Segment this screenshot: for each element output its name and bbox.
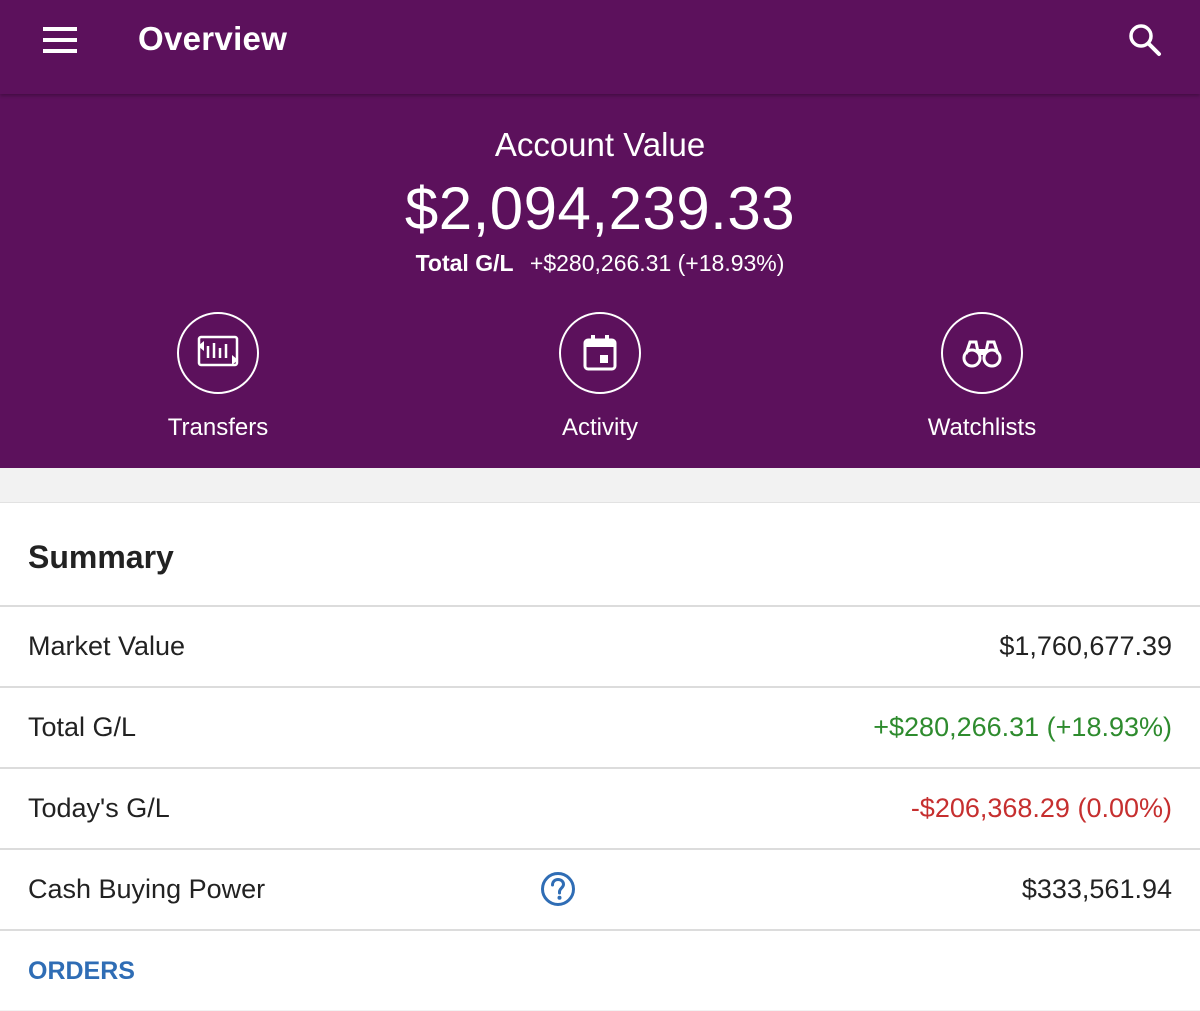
transfers-icon-circle [177,312,259,394]
transfers-label: Transfers [167,414,269,441]
market-value-row: Market Value $1,760,677.39 [0,605,1200,686]
total-gl-summary: Total G/L +$280,266.31 (+18.93%) [0,250,1200,277]
cash-buying-power-label: Cash Buying Power [28,874,266,904]
activity-label: Activity [561,414,638,441]
total-gl-label: Total G/L [415,250,514,276]
hamburger-menu-icon [43,27,77,53]
search-icon [1129,24,1161,56]
market-value-amount: $1,760,677.39 [999,631,1172,661]
market-value-label: Market Value [28,631,186,661]
activity-icon-circle [559,312,641,394]
total-gl-row: Total G/L +$280,266.31 (+18.93%) [0,686,1200,767]
cash-buying-power-row: Cash Buying Power $333,561.94 [0,848,1200,929]
total-gl-row-amount: +$280,266.31 (+18.93%) [873,712,1172,742]
cash-buying-power-amount: $333,561.94 [1021,874,1172,904]
account-value: $2,094,239.33 [404,175,796,242]
binoculars-icon [962,340,1002,368]
watchlists-icon-circle [941,312,1023,394]
total-gl-value: +$280,266.31 (+18.93%) [529,250,785,276]
activity-button[interactable]: Activity [480,312,720,442]
account-value-label: Account Value [494,126,706,163]
account-hero: Account Value $2,094,239.33 Total G/L +$… [0,94,1200,468]
question-mark-icon [541,872,575,906]
help-button[interactable] [540,871,576,907]
watchlists-button[interactable]: Watchlists [862,312,1102,442]
menu-button[interactable] [30,17,92,63]
orders-row [0,929,1200,1011]
transfers-button[interactable]: Transfers [98,312,338,442]
watchlists-label: Watchlists [927,414,1037,441]
total-gl-row-label: Total G/L [28,712,137,742]
summary-card: Summary Market Value $1,760,677.39 Total… [0,502,1200,1010]
calendar-icon [583,335,617,371]
summary-title: Summary [28,539,174,575]
page-title: Overview [138,20,288,57]
todays-gl-label: Today's G/L [28,793,170,823]
search-button[interactable] [1118,14,1172,66]
todays-gl-row: Today's G/L -$206,368.29 (0.00%) [0,767,1200,848]
todays-gl-amount: -$206,368.29 (0.00%) [910,793,1172,823]
transfers-icon [197,335,239,367]
app-bar: Overview [0,0,1200,94]
orders-link[interactable]: ORDERS [28,957,135,986]
